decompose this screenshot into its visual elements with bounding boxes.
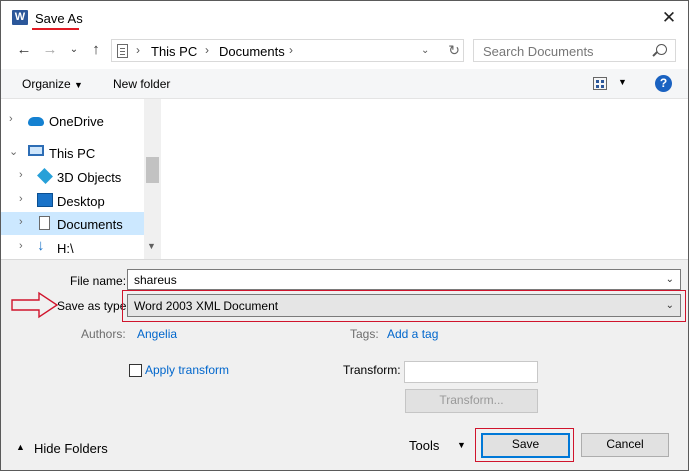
tree-item-h-drive[interactable]: › ↓ H:\ — [1, 236, 144, 259]
tree-item-documents[interactable]: › Documents — [1, 212, 144, 235]
back-arrow-icon[interactable]: ← — [15, 41, 33, 59]
arrow-annotation-icon — [11, 291, 59, 319]
file-name-label: File name: — [70, 274, 127, 288]
organize-label: Organize — [22, 77, 71, 91]
chevron-right-icon[interactable]: › — [19, 240, 23, 252]
command-toolbar: Organize ▼ New folder ▼ ? — [1, 69, 688, 99]
chevron-down-icon[interactable]: ⌄ — [666, 274, 674, 285]
tree-item-onedrive[interactable]: › OneDrive — [1, 109, 144, 132]
chevron-down-icon[interactable]: ⌄ — [9, 145, 18, 158]
tree-item-3d-objects[interactable]: › 3D Objects — [1, 165, 144, 188]
add-tag-link[interactable]: Add a tag — [387, 327, 438, 341]
download-arrow-icon: ↓ — [37, 237, 45, 254]
address-bar[interactable]: › This PC › Documents › ⌄ ↻ — [111, 39, 464, 62]
apply-transform-label[interactable]: Apply transform — [145, 363, 229, 377]
up-arrow-icon[interactable]: ↑ — [87, 41, 105, 59]
view-options-icon[interactable] — [593, 77, 607, 90]
view-caret-icon[interactable]: ▼ — [618, 77, 627, 87]
window-title: Save As — [35, 11, 83, 26]
scroll-down-arrow-icon[interactable]: ▼ — [147, 241, 156, 251]
save-type-label: Save as type: — [57, 299, 130, 313]
cloud-icon — [28, 117, 44, 126]
tree-item-label: OneDrive — [49, 114, 104, 129]
save-button[interactable]: Save — [481, 433, 570, 458]
chevron-right-icon[interactable]: › — [9, 113, 13, 125]
chevron-right-icon[interactable]: › — [19, 216, 23, 228]
tree-item-label: Documents — [57, 217, 123, 232]
address-history-chevron-icon[interactable]: ⌄ — [421, 45, 429, 56]
chevron-right-icon[interactable]: › — [19, 169, 23, 181]
tree-item-desktop[interactable]: › Desktop — [1, 189, 144, 212]
authors-link[interactable]: Angelia — [137, 327, 177, 341]
file-name-value: shareus — [134, 273, 177, 287]
chevron-down-icon[interactable]: ⌄ — [666, 300, 674, 311]
hide-folders-button[interactable]: Hide Folders — [34, 441, 108, 456]
search-input[interactable]: Search Documents — [473, 39, 676, 62]
forward-arrow-icon[interactable]: → — [41, 41, 59, 59]
breadcrumb-separator-icon[interactable]: › — [205, 43, 209, 57]
breadcrumb-documents[interactable]: Documents — [219, 44, 285, 59]
caret-down-icon: ▼ — [74, 80, 83, 90]
breadcrumb-separator-icon[interactable]: › — [136, 43, 140, 57]
apply-transform-checkbox[interactable] — [129, 364, 142, 377]
save-as-dialog: W Save As ✕ ← → ⌄ ↑ › This PC › Document… — [0, 0, 689, 471]
title-annotation-underline — [32, 28, 79, 30]
3d-cube-icon — [37, 168, 53, 184]
save-type-select[interactable]: Word 2003 XML Document ⌄ — [127, 294, 681, 317]
navigation-pane[interactable]: › OneDrive ⌄ This PC › 3D Objects › Desk… — [1, 99, 161, 259]
chevron-up-icon[interactable]: ▲ — [16, 442, 25, 452]
document-location-icon — [117, 44, 128, 58]
breadcrumb-separator-icon[interactable]: › — [289, 43, 293, 57]
tree-item-label: H:\ — [57, 241, 74, 256]
save-type-value: Word 2003 XML Document — [134, 299, 279, 313]
transform-input[interactable] — [404, 361, 538, 383]
search-placeholder: Search Documents — [483, 44, 594, 59]
transform-button[interactable]: Transform... — [405, 389, 538, 413]
title-bar: W Save As ✕ — [1, 1, 688, 35]
tags-label: Tags: — [350, 327, 379, 341]
tree-item-this-pc[interactable]: ⌄ This PC — [1, 141, 144, 164]
tree-item-label: This PC — [49, 146, 96, 161]
breadcrumb-this-pc[interactable]: This PC — [151, 44, 197, 59]
chevron-right-icon[interactable]: › — [19, 193, 23, 205]
desktop-icon — [37, 193, 53, 207]
cancel-button[interactable]: Cancel — [581, 433, 669, 457]
recent-locations-chevron-icon[interactable]: ⌄ — [65, 41, 83, 59]
document-icon — [39, 216, 50, 230]
search-icon — [656, 44, 667, 55]
transform-label: Transform: — [343, 363, 401, 377]
refresh-icon[interactable]: ↻ — [448, 42, 460, 59]
help-icon[interactable]: ? — [655, 75, 672, 92]
file-name-input[interactable]: shareus ⌄ — [127, 269, 681, 290]
tree-item-label: 3D Objects — [57, 170, 122, 185]
tree-scrollbar-thumb[interactable] — [146, 157, 159, 183]
tools-menu-button[interactable]: Tools — [409, 438, 439, 453]
organize-menu-button[interactable]: Organize ▼ — [22, 77, 83, 91]
new-folder-button[interactable]: New folder — [113, 77, 170, 91]
tree-item-label: Desktop — [57, 194, 105, 209]
computer-icon — [28, 145, 44, 156]
word-app-icon: W — [12, 10, 28, 25]
file-list-pane[interactable] — [162, 99, 688, 259]
tools-caret-icon[interactable]: ▼ — [457, 440, 466, 450]
close-button[interactable]: ✕ — [658, 7, 680, 29]
authors-label: Authors: — [81, 327, 126, 341]
